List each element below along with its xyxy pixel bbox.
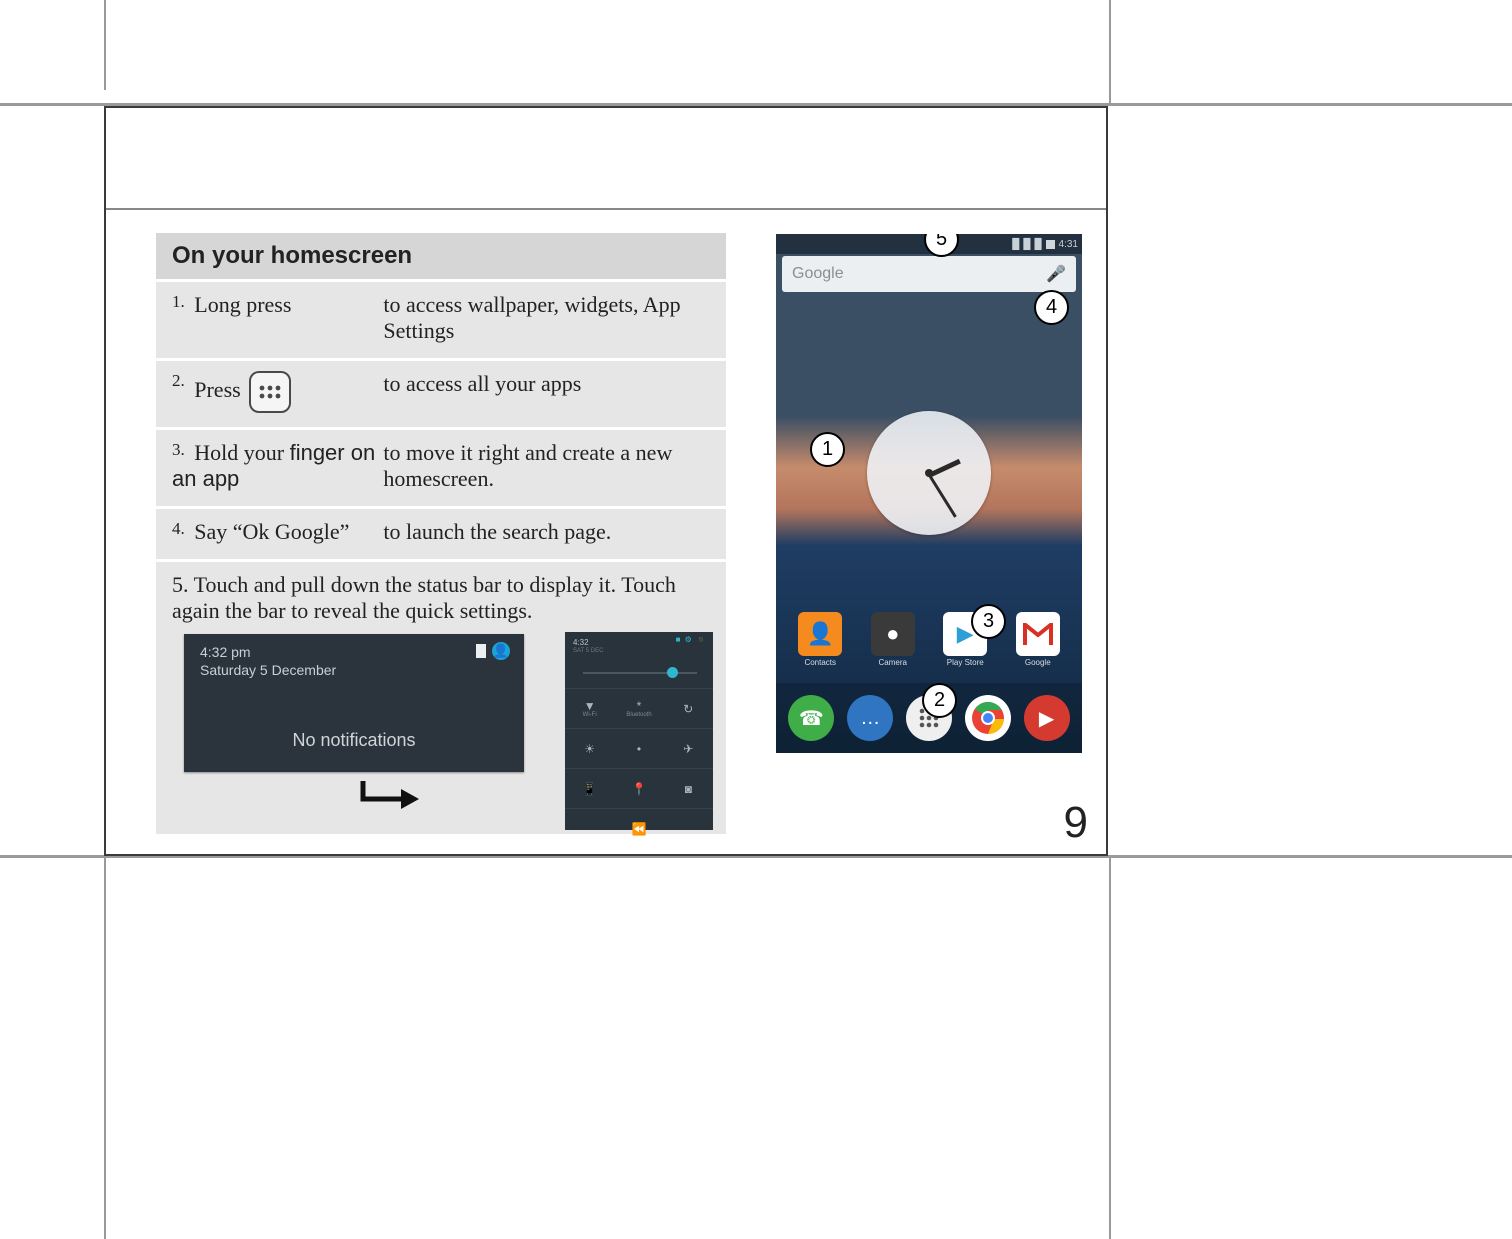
app-row: 👤Contacts ●Camera ▶Play Store Google	[776, 603, 1082, 675]
chrome-icon	[965, 695, 1011, 741]
instruction-row: 1. Long press to access wallpaper, widge…	[156, 279, 726, 358]
hour-hand	[928, 459, 961, 478]
quick-settings-screenshot: 4:32 SAT 5 DEC ■ ⚙ ◾ ▼Wi-Fi *Bluetooth ↻…	[565, 632, 713, 830]
guide-line	[1109, 0, 1111, 106]
instruction-action: 4. Say “Ok Google”	[156, 509, 383, 559]
app-label: Google	[1025, 658, 1051, 667]
page-number: 9	[1064, 798, 1088, 848]
brightness-slider	[583, 672, 697, 674]
mic-icon: 🎤	[1046, 264, 1066, 284]
manual-page-frame: On your homescreen 1. Long press to acce…	[104, 106, 1108, 856]
instruction-row: 4. Say “Ok Google” to launch the search …	[156, 506, 726, 559]
callout-3: 3	[971, 604, 1006, 639]
document-page: On your homescreen 1. Long press to acce…	[0, 0, 1512, 1239]
instruction-action: 1. Long press	[156, 282, 383, 332]
app-gmail: Google	[1016, 612, 1060, 667]
action-text: Hold your finger on an app	[172, 440, 375, 491]
apps-drawer-icon	[249, 371, 291, 413]
qs-tile: ⏪	[565, 808, 713, 848]
action-text: Long press	[194, 292, 291, 317]
battery-icon	[476, 644, 486, 658]
callout-1: 1	[810, 432, 845, 467]
step-number: 3.	[172, 440, 185, 459]
notif-date: Saturday 5 December	[200, 662, 336, 678]
action-text: Say “Ok Google”	[194, 519, 349, 544]
guide-line	[104, 858, 106, 1239]
qs-tile: ▼Wi-Fi	[565, 688, 614, 728]
signal-icon: █	[1012, 239, 1019, 250]
instruction-row: 5. Touch and pull down the status bar to…	[156, 559, 726, 834]
instruction-result: to move it right and create a new homesc…	[383, 430, 726, 506]
step-number: 1.	[172, 292, 185, 311]
qs-tile: 📍	[614, 768, 663, 808]
messages-icon: …	[847, 695, 893, 741]
contacts-icon: 👤	[798, 612, 842, 656]
youtube-icon: ▶	[1024, 695, 1070, 741]
camera-icon: ●	[871, 612, 915, 656]
phone-homescreen-screenshot: █ █ █ 4:31 Google 🎤 👤 Contacts ● Camera ▶ P…	[776, 234, 1082, 753]
qs-tile: •	[614, 728, 663, 768]
instruction-action: 2. Press	[156, 361, 383, 427]
guide-line	[1109, 858, 1111, 1239]
step-number: 4.	[172, 519, 185, 538]
status-time: 4:31	[1059, 239, 1078, 250]
instruction-row: 3. Hold your finger on an app to move it…	[156, 427, 726, 506]
clock-center	[925, 469, 933, 477]
quick-settings-grid: ▼Wi-Fi *Bluetooth ↻ ☀ • ✈ 📱 📍 ◙ ⏪	[565, 688, 713, 822]
qs-tile: *Bluetooth	[614, 688, 663, 728]
section-title: On your homescreen	[156, 233, 726, 279]
qs-tile: ✈	[664, 728, 713, 768]
instruction-text: 5. Touch and pull down the status bar to…	[172, 572, 712, 624]
clock-widget	[867, 411, 991, 535]
top-divider	[106, 208, 1106, 210]
minute-hand	[928, 473, 957, 517]
instruction-result: to access all your apps	[383, 361, 726, 411]
phone-icon: ☎	[788, 695, 834, 741]
gmail-icon	[1016, 612, 1060, 656]
qs-tile: ◙	[664, 768, 713, 808]
instruction-result: to launch the search page.	[383, 509, 726, 559]
signal-icon: █	[1034, 239, 1041, 250]
app-camera: ● Camera	[871, 612, 915, 667]
app-label: Contacts	[804, 658, 836, 667]
instruction-action: 3. Hold your finger on an app	[156, 430, 383, 506]
step-number: 2.	[172, 371, 185, 390]
qs-tile: 📱	[565, 768, 614, 808]
brightness-knob	[667, 667, 678, 678]
qs-tile: ↻	[664, 688, 713, 728]
app-label: Camera	[879, 658, 907, 667]
qs-date: SAT 5 DEC	[573, 648, 603, 654]
qs-status-icons: ■ ⚙ ◾	[676, 635, 707, 644]
instruction-panel: On your homescreen 1. Long press to acce…	[156, 233, 726, 834]
notif-time: 4:32 pm	[200, 644, 251, 660]
notif-header-icons: 👤	[476, 642, 510, 660]
flow-arrow-icon	[357, 779, 421, 815]
app-label: Play Store	[947, 658, 984, 667]
guide-line	[104, 0, 106, 90]
notification-shade-screenshot: 4:32 pm Saturday 5 December 👤 No notific…	[184, 634, 524, 772]
google-search-bar: Google 🎤	[782, 256, 1076, 292]
qs-time: 4:32	[573, 638, 589, 647]
instruction-row: 2. Press to access all your apps	[156, 358, 726, 427]
action-text: Press	[194, 377, 240, 402]
screenshot-pair: 4:32 pm Saturday 5 December 👤 No notific…	[172, 624, 712, 834]
callout-4: 4	[1034, 290, 1069, 325]
callout-2: 2	[922, 683, 957, 718]
qs-tile: ☀	[565, 728, 614, 768]
battery-icon	[1046, 240, 1055, 249]
instruction-result: to access wallpaper, widgets, App Settin…	[383, 282, 726, 358]
no-notifications-text: No notifications	[184, 730, 524, 751]
signal-icon: █	[1023, 239, 1030, 250]
user-avatar-icon: 👤	[492, 642, 510, 660]
search-placeholder: Google	[792, 265, 844, 283]
app-contacts: 👤 Contacts	[798, 612, 842, 667]
